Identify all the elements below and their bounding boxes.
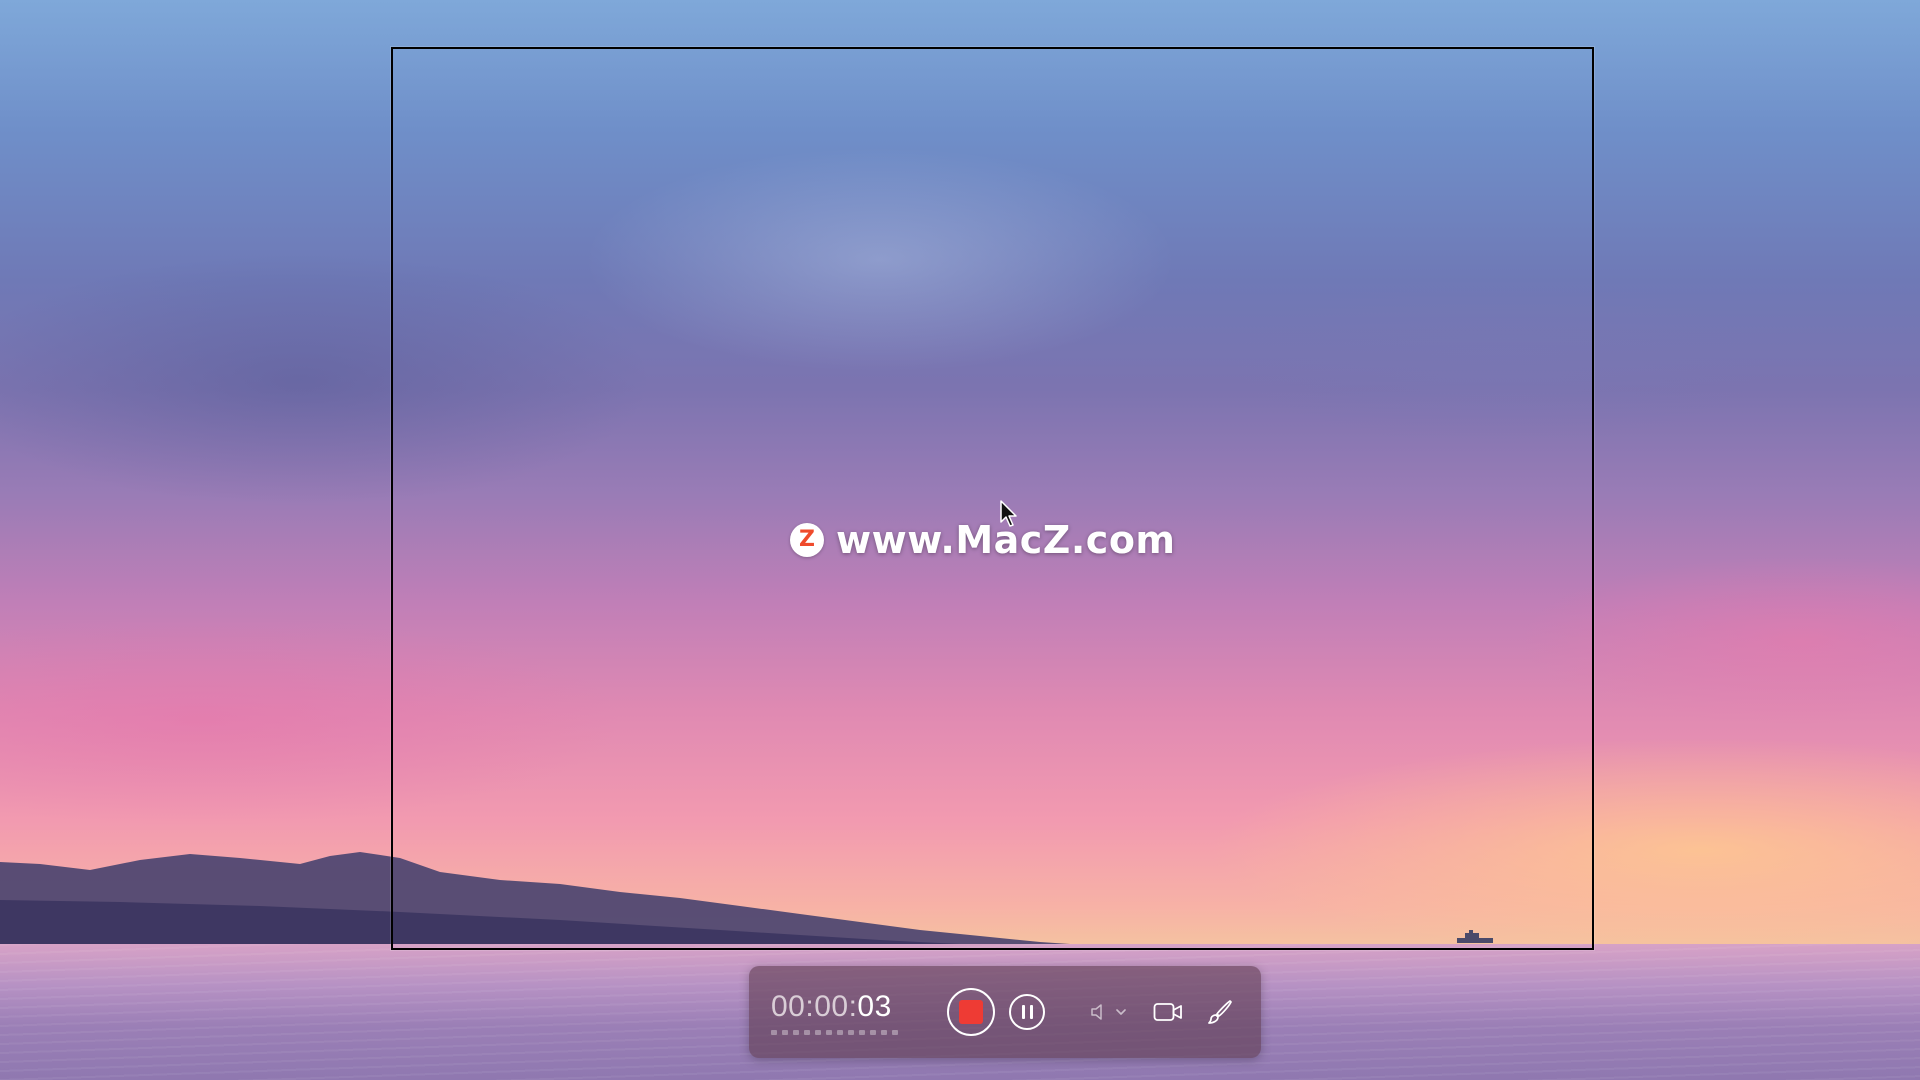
chevron-down-icon (1116, 1009, 1126, 1015)
macz-logo-icon: Z (790, 523, 824, 557)
recording-timer: 00:00:03 (771, 990, 911, 1035)
audio-level-meter (771, 1029, 898, 1035)
watermark: Z www.MacZ.com (790, 518, 1176, 562)
desktop-wallpaper: Z www.MacZ.com 00:00:03 (0, 0, 1920, 1080)
pause-recording-button[interactable] (1009, 994, 1045, 1030)
timer-seconds: 03 (857, 989, 892, 1023)
audio-source-button[interactable] (1089, 1002, 1127, 1022)
logo-letter: Z (799, 527, 815, 552)
mouse-pointer-icon (1000, 500, 1017, 527)
pause-icon (1021, 1005, 1025, 1019)
stop-record-icon (959, 1000, 983, 1024)
brush-icon (1208, 1000, 1232, 1024)
timer-display: 00:00:03 (771, 990, 892, 1024)
annotation-brush-button[interactable] (1207, 999, 1233, 1025)
recording-toolbar: 00:00:03 (749, 966, 1261, 1058)
camera-icon (1153, 1003, 1182, 1021)
stop-recording-button[interactable] (947, 988, 995, 1036)
speaker-icon (1091, 1004, 1102, 1020)
recording-area-frame[interactable] (391, 47, 1594, 950)
camera-button[interactable] (1153, 1001, 1183, 1023)
timer-hours-minutes: 00:00: (771, 989, 858, 1023)
